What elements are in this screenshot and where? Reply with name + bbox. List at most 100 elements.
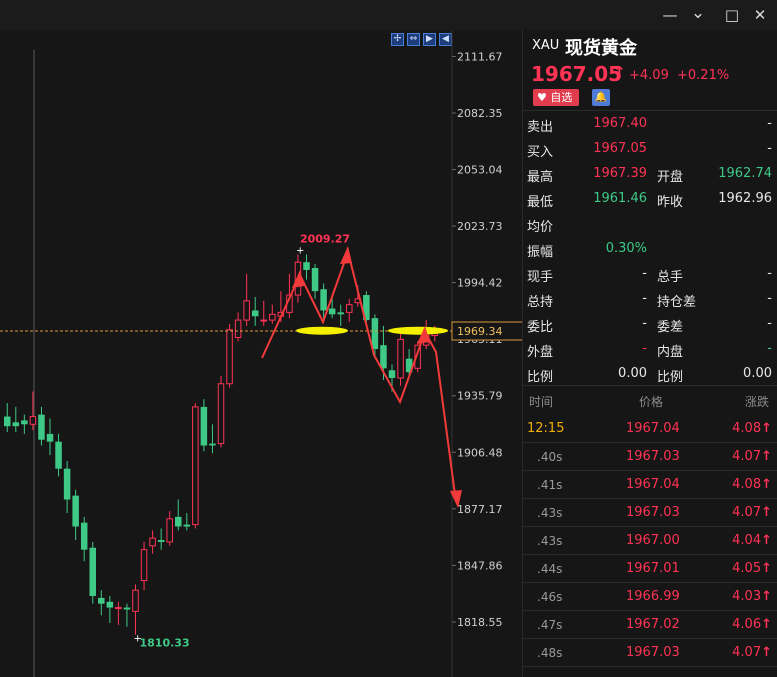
last-price: 1967.05 xyxy=(531,62,623,86)
close-button[interactable]: ✕ xyxy=(748,4,772,26)
arrowhead-icon xyxy=(340,246,352,264)
tick-change-value: 4.06 xyxy=(732,617,762,632)
quote-row: 委比 - 委差 - xyxy=(523,315,777,340)
candle-body xyxy=(4,416,11,427)
tick-change-value: 4.07 xyxy=(732,505,762,520)
quote-label: 委差 xyxy=(657,320,684,335)
tick-change: 4.07↑ xyxy=(732,449,772,464)
axis-tick-label: 2082.35 xyxy=(457,107,503,120)
tick-time: .41s xyxy=(537,478,563,492)
quote-value: 0.00 xyxy=(618,366,647,381)
tick-change: 4.06↑ xyxy=(732,617,772,632)
quote-value: - xyxy=(642,266,647,281)
tick-change: 4.08↑ xyxy=(732,421,772,436)
tick-row: .47s 1967.02 4.06↑ xyxy=(523,611,777,639)
tick-change: 4.03↑ xyxy=(732,589,772,604)
tick-change-value: 4.05 xyxy=(732,561,762,576)
candle-body xyxy=(21,420,28,425)
tick-change-value: 4.08 xyxy=(732,477,762,492)
candle-body xyxy=(183,524,191,527)
up-arrow-icon: ↑ xyxy=(761,533,772,548)
quote-value: - xyxy=(767,266,772,281)
quote-label: 卖出 xyxy=(527,120,554,135)
quote-label: 昨收 xyxy=(657,195,684,210)
quote-value: - xyxy=(767,316,772,331)
quote-row: 买入 1967.05 - xyxy=(523,140,777,165)
pattern-arrow-path xyxy=(261,248,457,503)
tick-change: 4.04↑ xyxy=(732,533,772,548)
quote-label: 比例 xyxy=(657,370,684,385)
tick-price: 1967.04 xyxy=(626,477,680,492)
quote-row: 比例 0.00 比例 0.00 xyxy=(523,365,777,390)
tick-row: .40s 1967.03 4.07↑ xyxy=(523,443,777,471)
candle-body xyxy=(123,607,131,610)
tick-price: 1967.00 xyxy=(626,533,680,548)
candle-body xyxy=(55,441,62,469)
quote-value: - xyxy=(767,141,772,156)
candle-body xyxy=(72,495,79,527)
tick-price: 1967.03 xyxy=(626,505,680,520)
quote-label: 总持 xyxy=(527,295,554,310)
quote-value: 1967.39 xyxy=(593,166,647,181)
tick-change: 4.07↑ xyxy=(732,645,772,660)
candle-body xyxy=(12,422,20,427)
axis-tick-label: 1906.48 xyxy=(457,446,503,459)
candle-body xyxy=(149,537,156,547)
up-arrow-icon: ↑ xyxy=(761,645,772,660)
quote-label: 买入 xyxy=(527,145,554,160)
candlestick-chart[interactable]: ✢ ⇔ ▶ ◀ 2111.67 2082.35 2053.04 2023.73 1994… xyxy=(0,30,526,677)
candle-body xyxy=(311,268,319,292)
tick-change-value: 4.08 xyxy=(732,421,762,436)
quote-value: - xyxy=(642,316,647,331)
low-price-label: 1810.33 xyxy=(140,637,190,650)
candle-body xyxy=(243,300,250,321)
quote-row: 最高 1967.39 开盘 1962.74 xyxy=(523,165,777,190)
quote-row: 振幅 0.30% xyxy=(523,240,777,265)
current-price-value: 1969.34 xyxy=(457,325,503,338)
high-price-label: 2009.27 xyxy=(300,233,350,246)
axis-tick-label: 1847.86 xyxy=(457,559,503,572)
quote-label: 总手 xyxy=(657,270,684,285)
candle-body xyxy=(132,589,139,612)
price-alert-button[interactable]: 🔔 xyxy=(592,89,610,106)
tick-time: .40s xyxy=(537,450,563,464)
tick-row: .43s 1967.00 4.04↑ xyxy=(523,527,777,555)
tick-header-price: 价格 xyxy=(639,395,664,409)
tick-row: .46s 1966.99 4.03↑ xyxy=(523,583,777,611)
up-arrow-icon: ↑ xyxy=(761,589,772,604)
tick-time: .46s xyxy=(537,590,563,604)
quote-panel: XAU 现货黄金 1967.05 ↑ +4.09 +0.21% ♥ 自选 🔔 卖… xyxy=(522,30,777,677)
quote-label: 内盘 xyxy=(657,345,684,360)
chart-canvas[interactable]: 2111.672082.352053.042023.731994.421965.… xyxy=(0,30,526,677)
price-change-pct: +0.21% xyxy=(677,68,730,83)
tick-price: 1966.99 xyxy=(626,589,680,604)
axis-tick-label: 1877.17 xyxy=(457,503,503,516)
quote-value: - xyxy=(642,341,647,356)
quote-label: 比例 xyxy=(527,370,554,385)
tick-header-time: 时间 xyxy=(529,395,554,409)
up-arrow-icon: ↑ xyxy=(761,505,772,520)
bell-icon: 🔔 xyxy=(594,92,608,103)
tick-change: 4.07↑ xyxy=(732,505,772,520)
candle-body xyxy=(166,518,173,543)
tick-change-value: 4.07 xyxy=(732,449,762,464)
quote-value: 1962.74 xyxy=(718,166,772,181)
add-watchlist-button[interactable]: ♥ 自选 xyxy=(533,89,579,106)
maximize-button[interactable]: □ xyxy=(720,4,744,26)
candle-body xyxy=(371,318,379,350)
heart-icon: ♥ xyxy=(537,91,547,104)
quote-row: 卖出 1967.40 - xyxy=(523,115,777,140)
tick-time: .43s xyxy=(537,506,563,520)
collapse-button[interactable]: ⌄ xyxy=(686,4,710,26)
candle-body xyxy=(29,416,37,425)
candle-body xyxy=(226,329,233,385)
tick-change: 4.05↑ xyxy=(732,561,772,576)
candle-body xyxy=(388,370,396,378)
minimize-button[interactable]: — xyxy=(658,4,682,26)
quote-value: - xyxy=(642,291,647,306)
quote-label: 开盘 xyxy=(657,170,684,185)
candle-body xyxy=(269,313,276,321)
candle-body xyxy=(175,516,182,527)
tick-price: 1967.01 xyxy=(626,561,680,576)
tick-price: 1967.03 xyxy=(626,645,680,660)
